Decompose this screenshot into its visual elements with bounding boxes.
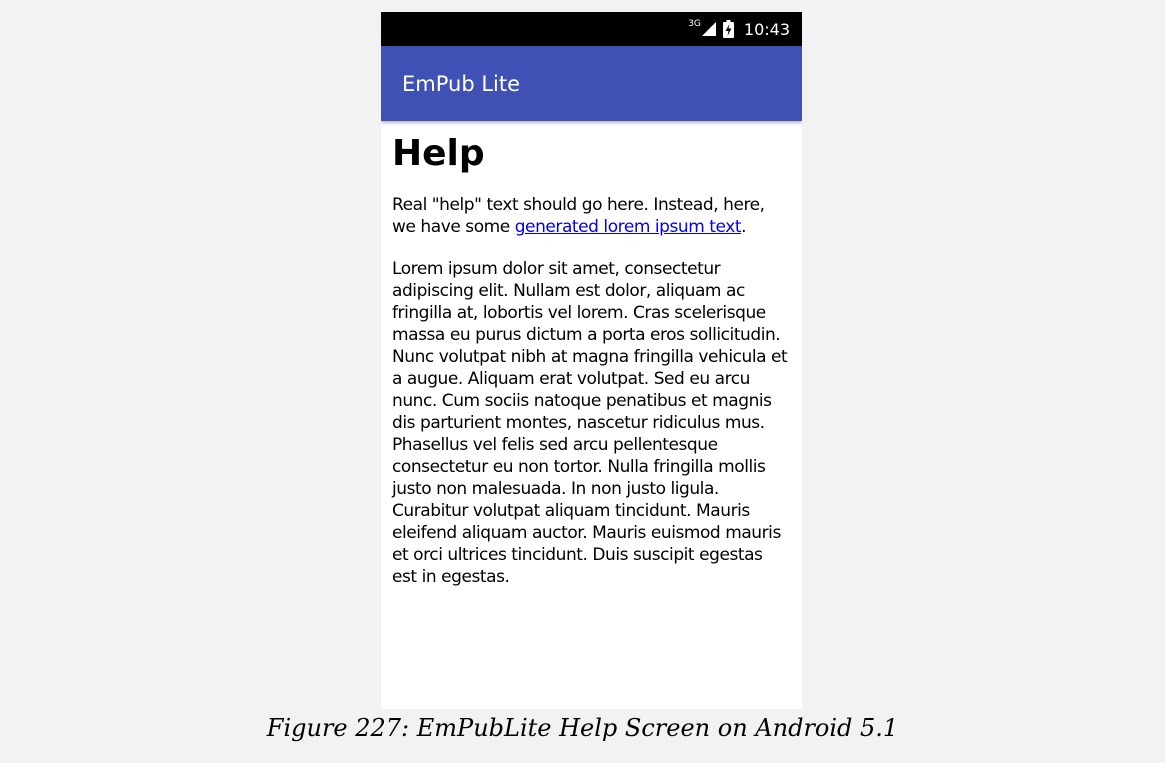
help-content[interactable]: Help Real "help" text should go here. In… xyxy=(381,121,802,588)
figure: 3G 10:43 EmPub Lite Help Real "help" tex… xyxy=(0,0,1165,763)
help-heading: Help xyxy=(392,133,485,174)
figure-caption: Figure 227: EmPubLite Help Screen on And… xyxy=(266,714,899,742)
help-intro-paragraph: Real "help" text should go here. Instead… xyxy=(392,194,792,238)
phone-screen: 3G 10:43 EmPub Lite Help Real "help" tex… xyxy=(381,12,802,709)
app-title: EmPub Lite xyxy=(402,71,521,96)
status-bar: 3G 10:43 xyxy=(381,12,802,46)
network-type-label: 3G xyxy=(688,19,701,29)
status-clock: 10:43 xyxy=(743,19,790,39)
battery-charging-icon xyxy=(722,20,734,38)
lorem-ipsum-link[interactable]: generated lorem ipsum text xyxy=(515,217,742,237)
help-intro-period: . xyxy=(741,217,747,237)
signal-icon xyxy=(701,21,717,37)
app-bar: EmPub Lite xyxy=(381,46,802,121)
help-body-paragraph: Lorem ipsum dolor sit amet, consectetur … xyxy=(392,259,788,587)
